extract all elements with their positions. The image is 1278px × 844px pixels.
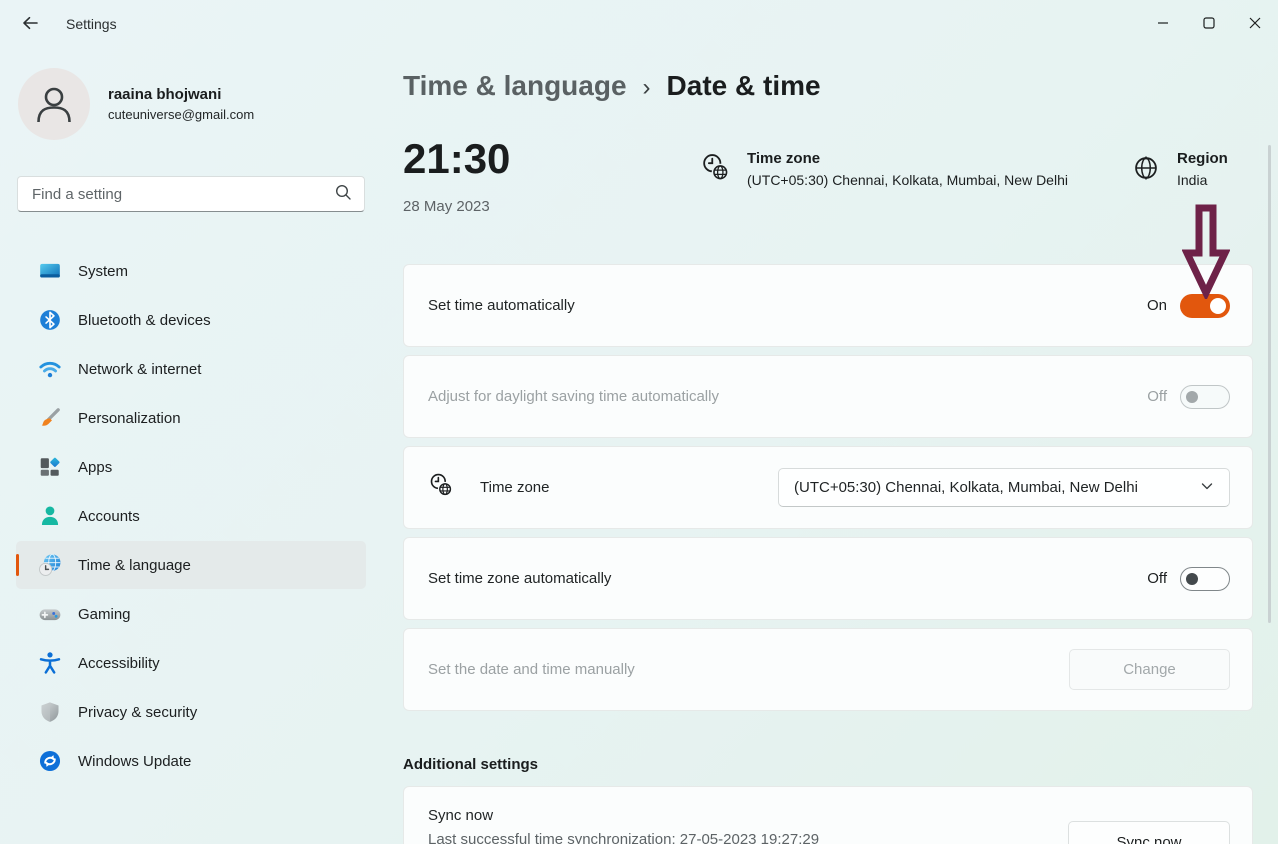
main-content: Time & language › Date & time 21:30 28 M… (382, 48, 1278, 844)
minimize-icon (1157, 17, 1169, 32)
scrollbar-thumb[interactable] (1268, 145, 1271, 623)
window-controls (1140, 0, 1278, 48)
sidebar-item-label: System (78, 263, 128, 280)
toggle-state-label: On (1147, 297, 1167, 314)
sidebar-item-label: Accounts (78, 508, 140, 525)
search-icon (334, 183, 352, 206)
titlebar: Settings (0, 0, 1278, 48)
sync-now-button[interactable]: Sync now (1068, 821, 1230, 844)
system-icon (38, 259, 62, 283)
sidebar-item-label: Personalization (78, 410, 181, 427)
sync-title: Sync now (428, 807, 1068, 824)
selected-indicator (16, 554, 19, 576)
card-daylight-saving: Adjust for daylight saving time automati… (403, 355, 1253, 438)
sidebar-item-label: Windows Update (78, 753, 191, 770)
card-sync-now: Sync now Last successful time synchroniz… (403, 786, 1253, 844)
back-button[interactable] (10, 7, 50, 41)
breadcrumb-parent[interactable]: Time & language (403, 70, 627, 102)
section-header-additional-settings: Additional settings (403, 756, 1253, 773)
sidebar-item-apps[interactable]: Apps (16, 443, 366, 491)
search-box (17, 176, 365, 212)
page-title: Date & time (667, 70, 821, 102)
toggle-state-label: Off (1147, 388, 1167, 405)
region-summary: Region India (1130, 150, 1228, 189)
current-date: 28 May 2023 (403, 198, 1253, 215)
chevron-down-icon (1200, 479, 1214, 497)
privacy-icon (38, 700, 62, 724)
sidebar-item-gaming[interactable]: Gaming (16, 590, 366, 638)
sidebar: raaina bhojwani cuteuniverse@gmail.com S… (0, 48, 382, 844)
timezone-icon (700, 152, 732, 189)
region-globe-icon (1130, 152, 1162, 189)
bluetooth-icon (38, 308, 62, 332)
accounts-icon (38, 504, 62, 528)
timezone-title: Time zone (747, 150, 1068, 167)
sidebar-item-label: Privacy & security (78, 704, 197, 721)
breadcrumb-separator-icon: › (643, 74, 651, 102)
sidebar-item-time-language[interactable]: Time & language (16, 541, 366, 589)
app-title: Settings (66, 16, 117, 32)
setting-label: Adjust for daylight saving time automati… (428, 388, 1147, 405)
timezone-value: (UTC+05:30) Chennai, Kolkata, Mumbai, Ne… (747, 172, 1068, 188)
search-input[interactable] (32, 186, 334, 203)
toggle-state-label: Off (1147, 570, 1167, 587)
windows-update-icon (38, 749, 62, 773)
timezone-summary: Time zone (UTC+05:30) Chennai, Kolkata, … (700, 150, 1068, 189)
account-name: raaina bhojwani (108, 86, 254, 103)
time-language-icon (38, 553, 62, 577)
region-value: India (1177, 172, 1228, 188)
region-title: Region (1177, 150, 1228, 167)
card-time-zone: Time zone (UTC+05:30) Chennai, Kolkata, … (403, 446, 1253, 529)
personalization-icon (38, 406, 62, 430)
avatar (18, 68, 90, 140)
sidebar-item-bluetooth-devices[interactable]: Bluetooth & devices (16, 296, 366, 344)
change-button[interactable]: Change (1069, 649, 1230, 690)
timezone-dropdown-value: (UTC+05:30) Chennai, Kolkata, Mumbai, Ne… (794, 479, 1138, 496)
breadcrumb: Time & language › Date & time (403, 70, 1278, 102)
minimize-button[interactable] (1140, 0, 1186, 48)
setting-label: Time zone (480, 479, 549, 496)
maximize-button[interactable] (1186, 0, 1232, 48)
sidebar-item-label: Apps (78, 459, 112, 476)
sidebar-item-label: Time & language (78, 557, 191, 574)
sidebar-item-windows-update[interactable]: Windows Update (16, 737, 366, 785)
sidebar-item-accounts[interactable]: Accounts (16, 492, 366, 540)
sidebar-nav: System Bluetooth & devices Network & int… (0, 246, 382, 786)
setting-label: Set the date and time manually (428, 661, 1069, 678)
accessibility-icon (38, 651, 62, 675)
sync-last-success: Last successful time synchronization: 27… (428, 831, 1068, 844)
maximize-icon (1203, 17, 1215, 32)
sidebar-item-label: Bluetooth & devices (78, 312, 211, 329)
close-icon (1249, 17, 1261, 32)
daylight-saving-toggle[interactable] (1180, 385, 1230, 409)
sidebar-item-accessibility[interactable]: Accessibility (16, 639, 366, 687)
account-email: cuteuniverse@gmail.com (108, 107, 254, 122)
timezone-card-icon (428, 472, 455, 504)
apps-icon (38, 455, 62, 479)
sidebar-item-network-internet[interactable]: Network & internet (16, 345, 366, 393)
setting-label: Set time automatically (428, 297, 1147, 314)
settings-cards: Set time automatically On Adjust for day… (403, 264, 1253, 844)
timezone-dropdown[interactable]: (UTC+05:30) Chennai, Kolkata, Mumbai, Ne… (778, 468, 1230, 507)
sidebar-item-system[interactable]: System (16, 247, 366, 295)
sidebar-item-privacy-security[interactable]: Privacy & security (16, 688, 366, 736)
sidebar-item-label: Accessibility (78, 655, 160, 672)
card-set-timezone-automatically: Set time zone automatically Off (403, 537, 1253, 620)
gaming-icon (38, 602, 62, 626)
account-block: raaina bhojwani cuteuniverse@gmail.com (18, 68, 254, 140)
set-timezone-automatically-toggle[interactable] (1180, 567, 1230, 591)
sidebar-item-label: Network & internet (78, 361, 201, 378)
network-icon (38, 357, 62, 381)
card-set-time-automatically: Set time automatically On (403, 264, 1253, 347)
sidebar-item-personalization[interactable]: Personalization (16, 394, 366, 442)
card-manual-datetime: Set the date and time manually Change (403, 628, 1253, 711)
back-arrow-icon (20, 13, 40, 36)
sidebar-item-label: Gaming (78, 606, 131, 623)
close-button[interactable] (1232, 0, 1278, 48)
setting-label: Set time zone automatically (428, 570, 1147, 587)
datetime-header: 21:30 28 May 2023 Time zone (UTC+05:30) … (403, 136, 1253, 264)
set-time-automatically-toggle[interactable] (1180, 294, 1230, 318)
